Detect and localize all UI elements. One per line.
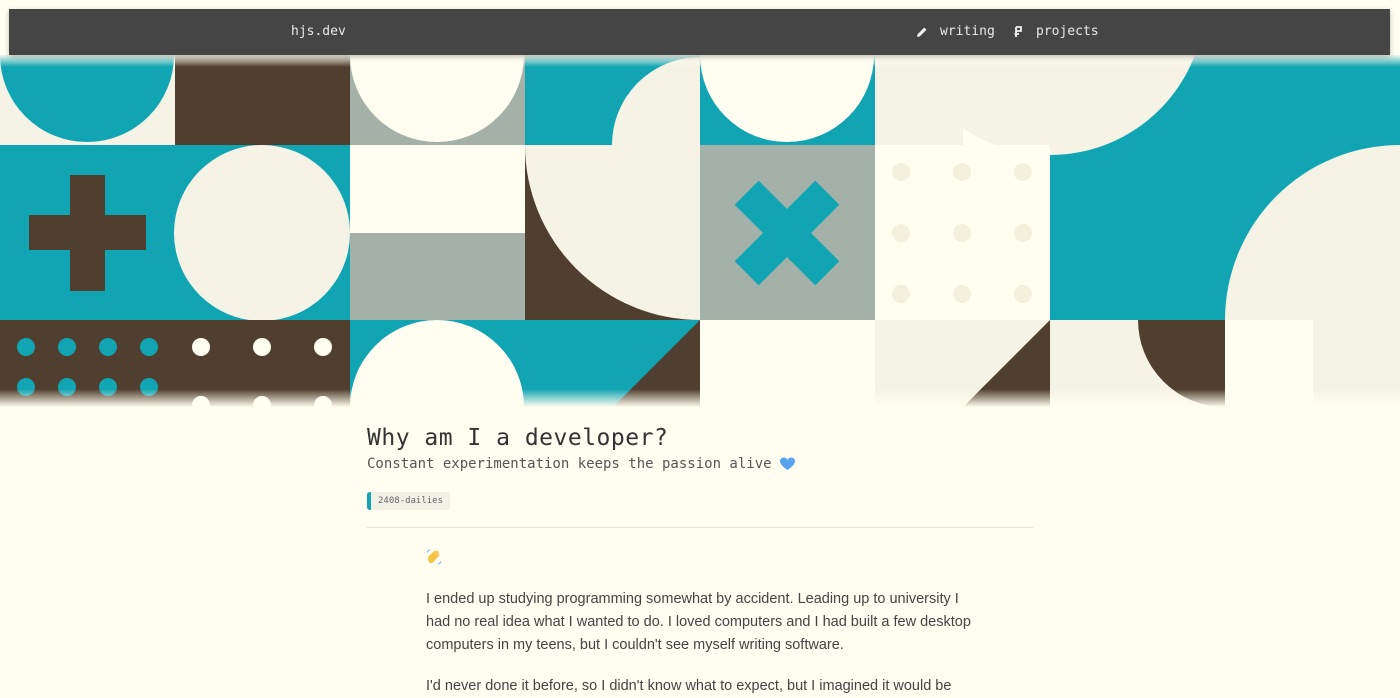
geometric-pattern-illustration [0,55,1400,407]
nav-projects-label: projects [1036,24,1099,39]
post-title: Why am I a developer? [367,425,669,451]
tag-badge[interactable]: 2408-dailies [367,492,451,510]
pencil-icon [917,27,927,37]
hero-top-fade [0,55,1400,67]
hero-bottom-fade [0,389,1400,407]
project-icon [1014,26,1022,37]
nav-writing-label: writing [940,24,995,39]
nav-projects-link[interactable]: projects [1014,9,1099,55]
post-subtitle: Constant experimentation keeps the passi… [367,456,795,472]
post-subtitle-text: Constant experimentation keeps the passi… [367,456,772,472]
post-paragraph-2: I'd never done it before, so I didn't kn… [426,678,952,694]
top-nav: hjs.dev writing projects [9,9,1390,55]
hero-pattern-banner [0,55,1400,407]
waving-hand-icon [426,549,442,565]
site-brand-link[interactable]: hjs.dev [291,9,346,55]
header-divider [367,527,1033,528]
post-paragraph-1: I ended up studying programming somewhat… [426,591,971,653]
nav-writing-link[interactable]: writing [916,9,995,55]
blue-heart-icon [779,457,795,471]
